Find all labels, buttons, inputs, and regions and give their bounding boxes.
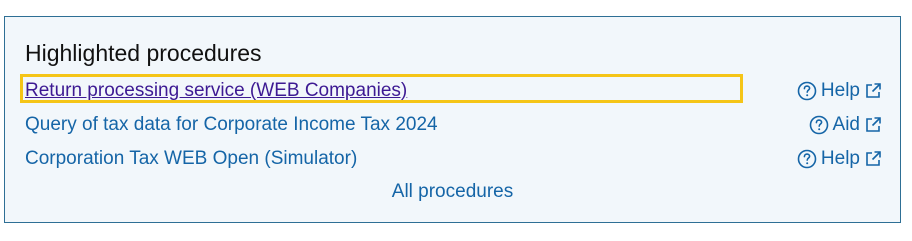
procedure-link-return-processing[interactable]: Return processing service (WEB Companies… (25, 79, 407, 103)
procedure-link-query-tax-data[interactable]: Query of tax data for Corporate Income T… (25, 113, 438, 137)
help-link[interactable]: Help (797, 147, 882, 171)
panel-title: Highlighted procedures (25, 40, 262, 66)
all-procedures-container: All procedures (5, 180, 900, 204)
highlighted-procedures-panel: Highlighted procedures Return processing… (4, 16, 901, 223)
procedure-row: Corporation Tax WEB Open (Simulator) Hel… (5, 142, 900, 176)
question-circle-icon (797, 81, 817, 101)
external-link-icon (864, 82, 882, 100)
aid-link[interactable]: Aid (809, 113, 882, 137)
question-circle-icon (797, 149, 817, 169)
help-link[interactable]: Help (797, 79, 882, 103)
procedure-row: Return processing service (WEB Companies… (5, 74, 900, 108)
help-label: Help (820, 148, 860, 169)
procedure-row: Query of tax data for Corporate Income T… (5, 108, 900, 142)
question-circle-icon (809, 115, 829, 135)
external-link-icon (864, 150, 882, 168)
all-procedures-link[interactable]: All procedures (392, 181, 513, 202)
aid-label: Aid (832, 114, 860, 135)
help-label: Help (820, 80, 860, 101)
procedure-link-corporation-tax-web-open[interactable]: Corporation Tax WEB Open (Simulator) (25, 147, 357, 171)
external-link-icon (864, 116, 882, 134)
